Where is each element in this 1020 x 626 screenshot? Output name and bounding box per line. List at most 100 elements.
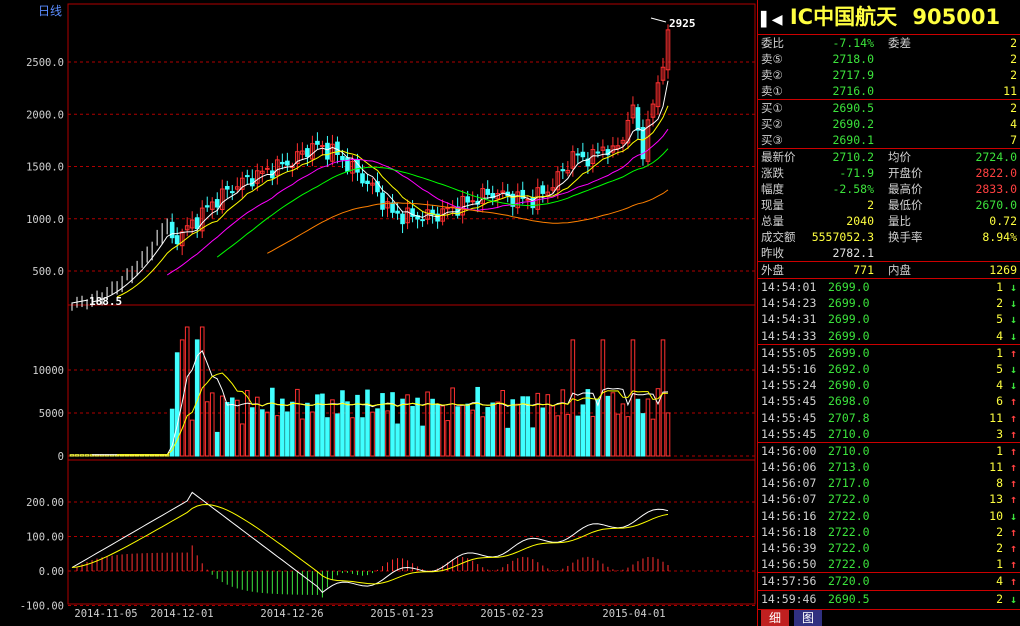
date-tick-label: 2015-01-23 [370,608,433,620]
tab-chart[interactable]: 图 [794,610,822,626]
tick-row[interactable]: 14:56:07 2722.0 13 ↑ [758,491,1020,507]
period-label: 日线 [38,4,62,18]
volume-bar [229,397,235,457]
tick-row[interactable]: 14:55:45 2707.8 11 ↑ [758,410,1020,426]
volume-bar [330,399,335,457]
tick-volume: 1 [996,443,1003,458]
down-arrow-icon: ↓ [1010,361,1017,376]
tick-volume: 2 [996,541,1003,555]
tick-time: 14:55:05 [761,345,817,360]
volume-bar [84,454,90,457]
candle-down [335,141,340,155]
tick-row[interactable]: 14:56:16 2722.0 10 ↓ [758,508,1020,524]
volume-bar [300,418,305,457]
stat-row: 总量 2040 量比 0.72 [758,213,1020,229]
tick-row[interactable]: 14:56:00 2710.0 1 ↑ [758,441,1020,459]
tick-volume: 11 [989,460,1003,475]
volume-bar [630,339,636,457]
tick-row[interactable]: 14:56:07 2717.0 8 ↑ [758,475,1020,491]
tick-row[interactable]: 14:56:06 2713.0 11 ↑ [758,459,1020,475]
date-tick-label: 2014-12-26 [260,608,323,620]
tick-volume: 4 [996,328,1003,343]
volume-bar [555,415,561,457]
volume-bar [520,396,526,457]
webi-value: -7.14% [832,36,874,50]
tick-row[interactable]: 14:55:45 2710.0 3 ↑ [758,426,1020,442]
tick-row[interactable]: 14:55:05 2699.0 1 ↑ [758,343,1020,361]
tick-volume: 11 [989,410,1003,425]
volume-bar [69,454,75,457]
tab-detail[interactable]: 细 [761,610,789,626]
volume-bar [260,409,265,457]
tick-price: 2707.8 [828,410,870,425]
tick-row[interactable]: 14:54:33 2699.0 4 ↓ [758,328,1020,344]
tick-list[interactable]: 14:54:01 2699.0 1 ↓ 14:54:23 2699.0 2 ↓ 14:54:31… [758,279,1020,607]
candle-down [360,173,365,184]
tick-row[interactable]: 14:54:23 2699.0 2 ↓ [758,295,1020,311]
volume-bar [460,404,465,457]
quote-title-bar: ▌◀ IC中国航天 905001 [758,0,1020,35]
stat-value-2: 8.94% [982,230,1017,244]
bid-price: 2690.5 [832,101,874,115]
volume-bar [455,406,460,457]
up-arrow-icon: ↑ [1010,476,1017,491]
tick-row[interactable]: 14:56:18 2722.0 2 ↑ [758,524,1020,540]
volume-bar [590,415,596,457]
stat-value-2: 0.72 [989,214,1017,228]
volume-bar [445,420,450,457]
tick-row[interactable]: 14:54:01 2699.0 1 ↓ [758,279,1020,295]
ask-label: 卖⑤ [761,52,783,66]
volume-bar [184,326,190,457]
volume-split-section: 外盘 771 内盘 1269 [758,262,1020,279]
ask-row: 卖⑤ 2718.0 2 [758,51,1020,67]
tick-row[interactable]: 14:56:39 2722.0 2 ↑ [758,540,1020,556]
stat-value: -71.9 [839,166,874,180]
weicha-value: 2 [1010,36,1017,50]
tick-time: 14:59:46 [761,591,817,606]
candle-down [224,185,230,190]
waipan-value: 771 [853,263,874,277]
tick-row[interactable]: 14:57:56 2720.0 4 ↑ [758,572,1020,589]
macd-tick-label: 200.00 [26,497,64,509]
candle-down [325,142,330,160]
kline-chart-area[interactable]: 日线 2500.0 2000.0 1500.0 1000.0 500.0 10000 5000… [0,0,757,626]
tick-volume: 5 [996,361,1003,376]
volume-bar [660,339,666,457]
volume-bar [375,408,380,457]
volume-bar [635,398,641,457]
prev-arrow-icon[interactable]: ▌◀ [761,12,783,28]
tick-row[interactable]: 14:55:16 2692.0 5 ↓ [758,361,1020,377]
stat-row: 成交额 5557052.3 换手率 8.94% [758,229,1020,245]
down-arrow-icon: ↓ [1010,591,1017,606]
tick-row[interactable]: 14:56:50 2722.0 1 ↑ [758,556,1020,572]
candle-down [365,180,370,185]
tick-row[interactable]: 14:54:31 2699.0 5 ↓ [758,311,1020,327]
volume-bar [350,417,355,457]
low-marker-line [71,299,89,304]
kline-chart[interactable]: 日线 2500.0 2000.0 1500.0 1000.0 500.0 10000 5000… [0,0,757,626]
tick-volume: 2 [996,296,1003,311]
stat-value: -2.58% [832,182,874,196]
high-price-label: 2925 [669,17,696,30]
tick-time: 14:56:50 [761,557,817,572]
tick-volume: 3 [996,426,1003,441]
tick-row[interactable]: 14:59:46 2690.5 2 ↓ [758,589,1020,607]
volume-bar [244,390,250,457]
tick-row[interactable]: 14:55:45 2698.0 6 ↑ [758,393,1020,409]
candle-down [390,202,395,213]
volume-bar [435,404,440,457]
candle-up [470,200,475,203]
tick-price: 2698.0 [828,394,870,409]
low-price-label: 188.5 [89,295,122,308]
price-tick-label: 1000.0 [26,214,64,226]
macd-tick-label: 100.00 [26,532,64,544]
up-arrow-icon: ↑ [1010,524,1017,539]
candle-down [244,175,250,178]
stat-label-2: 量比 [888,214,911,228]
stat-label: 昨收 [761,246,784,260]
price-tick-label: 2000.0 [26,109,64,121]
candle-down [340,156,345,161]
ask-price: 2718.0 [832,52,874,66]
tick-row[interactable]: 14:55:24 2690.0 4 ↓ [758,377,1020,393]
volume-bar [560,389,566,457]
